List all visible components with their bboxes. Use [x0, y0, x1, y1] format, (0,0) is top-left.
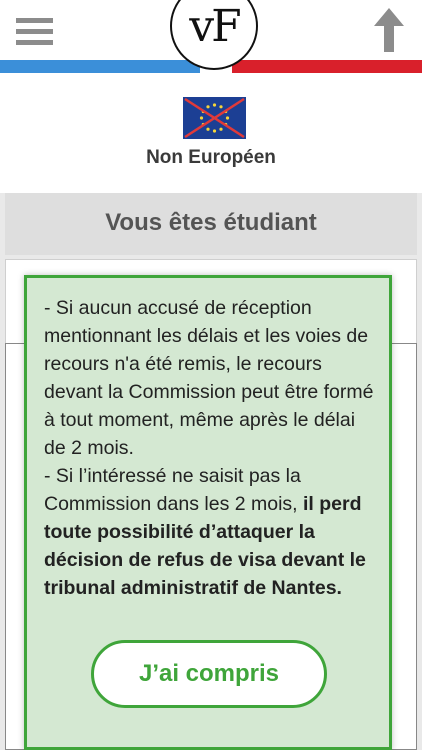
- info-modal: - Si aucun accusé de réception mentionna…: [24, 275, 392, 750]
- logo-text: vF: [189, 1, 241, 52]
- modal-paragraph-2: - Si l’intéressé ne saisit pas la Commis…: [44, 462, 378, 602]
- modal-message: - Si aucun accusé de réception mentionna…: [44, 294, 378, 602]
- top-bar: vF: [0, 0, 422, 73]
- modal-paragraph-2-text: - Si l’intéressé ne saisit pas la Commis…: [44, 465, 304, 515]
- modal-paragraph-1: - Si aucun accusé de réception mentionna…: [44, 297, 374, 459]
- status-heading: Vous êtes étudiant: [5, 193, 417, 255]
- nationality-section: Non Européen: [0, 73, 422, 193]
- understood-button[interactable]: J’ai compris: [91, 640, 327, 708]
- nationality-label: Non Européen: [146, 147, 276, 168]
- hamburger-menu-icon[interactable]: [16, 18, 53, 46]
- arrow-up-icon[interactable]: [374, 8, 404, 52]
- eu-flag-crossed-icon: [183, 97, 246, 139]
